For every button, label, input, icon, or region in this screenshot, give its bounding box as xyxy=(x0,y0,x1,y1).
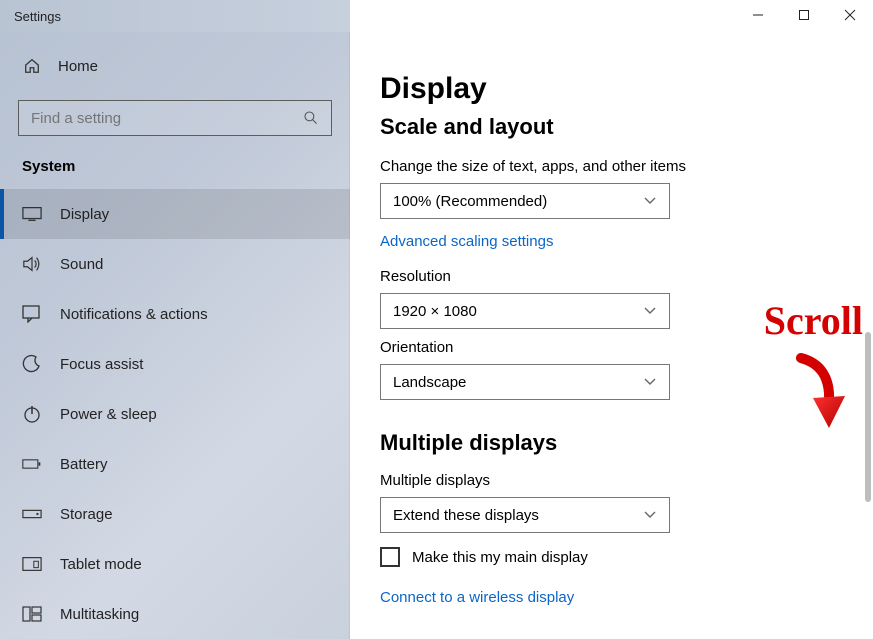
resolution-label: Resolution xyxy=(380,268,873,285)
multi-value: Extend these displays xyxy=(393,507,539,524)
annotation-text: Scroll xyxy=(764,297,863,344)
multiple-displays-select[interactable]: Extend these displays xyxy=(380,497,670,533)
sidebar-item-notifications[interactable]: Notifications & actions xyxy=(0,289,350,339)
page-title: Display xyxy=(380,72,873,106)
sidebar-item-label: Multitasking xyxy=(60,606,139,623)
sidebar-item-label: Notifications & actions xyxy=(60,306,208,323)
battery-icon xyxy=(22,454,42,474)
search-input[interactable] xyxy=(18,100,332,136)
chevron-down-icon xyxy=(643,374,657,391)
title-bar: Settings xyxy=(0,0,873,32)
sidebar-item-tablet-mode[interactable]: Tablet mode xyxy=(0,539,350,589)
sound-icon xyxy=(22,254,42,274)
power-icon xyxy=(22,404,42,424)
sidebar-item-storage[interactable]: Storage xyxy=(0,489,350,539)
scrollbar[interactable] xyxy=(865,332,871,502)
nav-list: Display Sound Notifications & actions Fo… xyxy=(0,189,350,639)
storage-icon xyxy=(22,504,42,524)
orientation-select[interactable]: Landscape xyxy=(380,364,670,400)
sidebar-item-display[interactable]: Display xyxy=(0,189,350,239)
scale-select[interactable]: 100% (Recommended) xyxy=(380,183,670,219)
chevron-down-icon xyxy=(643,303,657,320)
section-heading-multiple: Multiple displays xyxy=(380,430,873,456)
main-display-checkbox-label: Make this my main display xyxy=(412,549,588,566)
sidebar-item-label: Power & sleep xyxy=(60,406,157,423)
annotation-arrow-icon xyxy=(789,352,845,432)
chevron-down-icon xyxy=(643,507,657,524)
sidebar-item-multitasking[interactable]: Multitasking xyxy=(0,589,350,639)
multitasking-icon xyxy=(22,604,42,624)
sidebar-item-battery[interactable]: Battery xyxy=(0,439,350,489)
sidebar-item-label: Battery xyxy=(60,456,108,473)
multi-label: Multiple displays xyxy=(380,472,873,489)
checkbox-icon[interactable] xyxy=(380,547,400,567)
sidebar-item-label: Focus assist xyxy=(60,356,143,373)
window-title: Settings xyxy=(14,9,61,24)
display-icon xyxy=(22,204,42,224)
sidebar-item-label: Storage xyxy=(60,506,113,523)
scale-label: Change the size of text, apps, and other… xyxy=(380,158,873,175)
advanced-scaling-link[interactable]: Advanced scaling settings xyxy=(380,233,873,250)
maximize-button[interactable] xyxy=(781,0,827,30)
home-link[interactable]: Home xyxy=(0,50,350,82)
tablet-icon xyxy=(22,554,42,574)
home-label: Home xyxy=(58,58,98,75)
orientation-value: Landscape xyxy=(393,374,466,391)
sidebar-item-focus-assist[interactable]: Focus assist xyxy=(0,339,350,389)
sidebar: Home System Display Sound Notificatio xyxy=(0,32,350,639)
section-heading-scale: Scale and layout xyxy=(380,114,873,140)
home-icon xyxy=(22,56,42,76)
wireless-display-link[interactable]: Connect to a wireless display xyxy=(380,589,873,606)
focus-assist-icon xyxy=(22,354,42,374)
main-content: Display Scale and layout Change the size… xyxy=(350,32,873,639)
sidebar-item-power[interactable]: Power & sleep xyxy=(0,389,350,439)
search-field[interactable] xyxy=(31,110,301,127)
resolution-select[interactable]: 1920 × 1080 xyxy=(380,293,670,329)
close-button[interactable] xyxy=(827,0,873,30)
search-icon xyxy=(301,108,321,128)
minimize-button[interactable] xyxy=(735,0,781,30)
sidebar-item-label: Tablet mode xyxy=(60,556,142,573)
main-display-checkbox-row[interactable]: Make this my main display xyxy=(380,547,873,567)
notifications-icon xyxy=(22,304,42,324)
sidebar-item-label: Display xyxy=(60,206,109,223)
resolution-value: 1920 × 1080 xyxy=(393,303,477,320)
chevron-down-icon xyxy=(643,193,657,210)
sidebar-item-sound[interactable]: Sound xyxy=(0,239,350,289)
scale-value: 100% (Recommended) xyxy=(393,193,547,210)
section-label: System xyxy=(0,148,350,183)
sidebar-item-label: Sound xyxy=(60,256,103,273)
